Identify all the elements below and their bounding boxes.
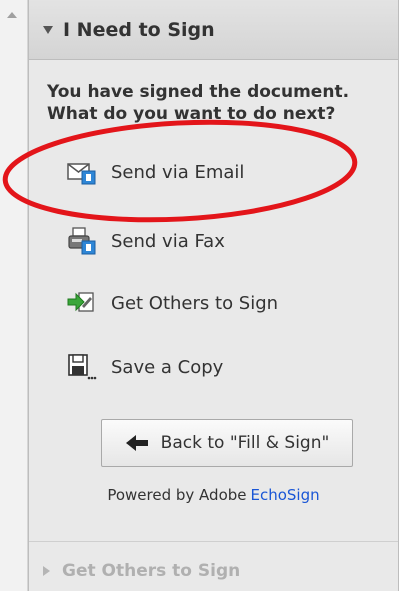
echosign-link[interactable]: EchoSign [251,486,320,504]
powered-by-text: Powered by Adobe [107,486,247,504]
signed-prompt: You have signed the document. What do yo… [47,81,387,125]
triangle-down-icon [43,25,53,34]
section-title: I Need to Sign [63,18,215,41]
send-via-email-label: Send via Email [111,161,245,183]
save-a-copy-label: Save a Copy [111,356,224,378]
powered-by-footer: Powered by Adobe EchoSign [29,486,398,504]
get-others-to-sign-action[interactable]: Get Others to Sign [67,283,367,323]
email-icon [67,158,97,186]
save-icon [67,353,97,381]
send-via-fax-action[interactable]: Send via Fax [67,221,367,261]
scroll-up-arrow-icon[interactable] [7,12,17,18]
divider [29,541,398,542]
send-via-fax-label: Send via Fax [111,230,225,252]
right-gutter [399,0,411,591]
section-header-i-need-to-sign[interactable]: I Need to Sign [29,0,398,60]
fax-icon [67,227,97,255]
triangle-right-icon [43,566,50,576]
get-others-to-sign-icon [67,289,97,317]
left-arrow-icon [125,434,149,452]
send-via-email-action[interactable]: Send via Email [67,152,367,192]
back-button-label: Back to "Fill & Sign" [160,433,330,453]
back-to-fill-and-sign-button[interactable]: Back to "Fill & Sign" [101,419,353,467]
prompt-line-1: You have signed the document. [47,82,350,102]
collapsed-section-title: Get Others to Sign [62,561,241,581]
scrollbar[interactable] [0,0,28,591]
section-header-get-others-to-sign[interactable]: Get Others to Sign [29,551,398,591]
save-a-copy-action[interactable]: Save a Copy [67,347,367,387]
sign-panel: I Need to Sign You have signed the docum… [28,0,399,591]
prompt-line-2: What do you want to do next? [47,104,336,124]
get-others-to-sign-label: Get Others to Sign [111,292,279,314]
